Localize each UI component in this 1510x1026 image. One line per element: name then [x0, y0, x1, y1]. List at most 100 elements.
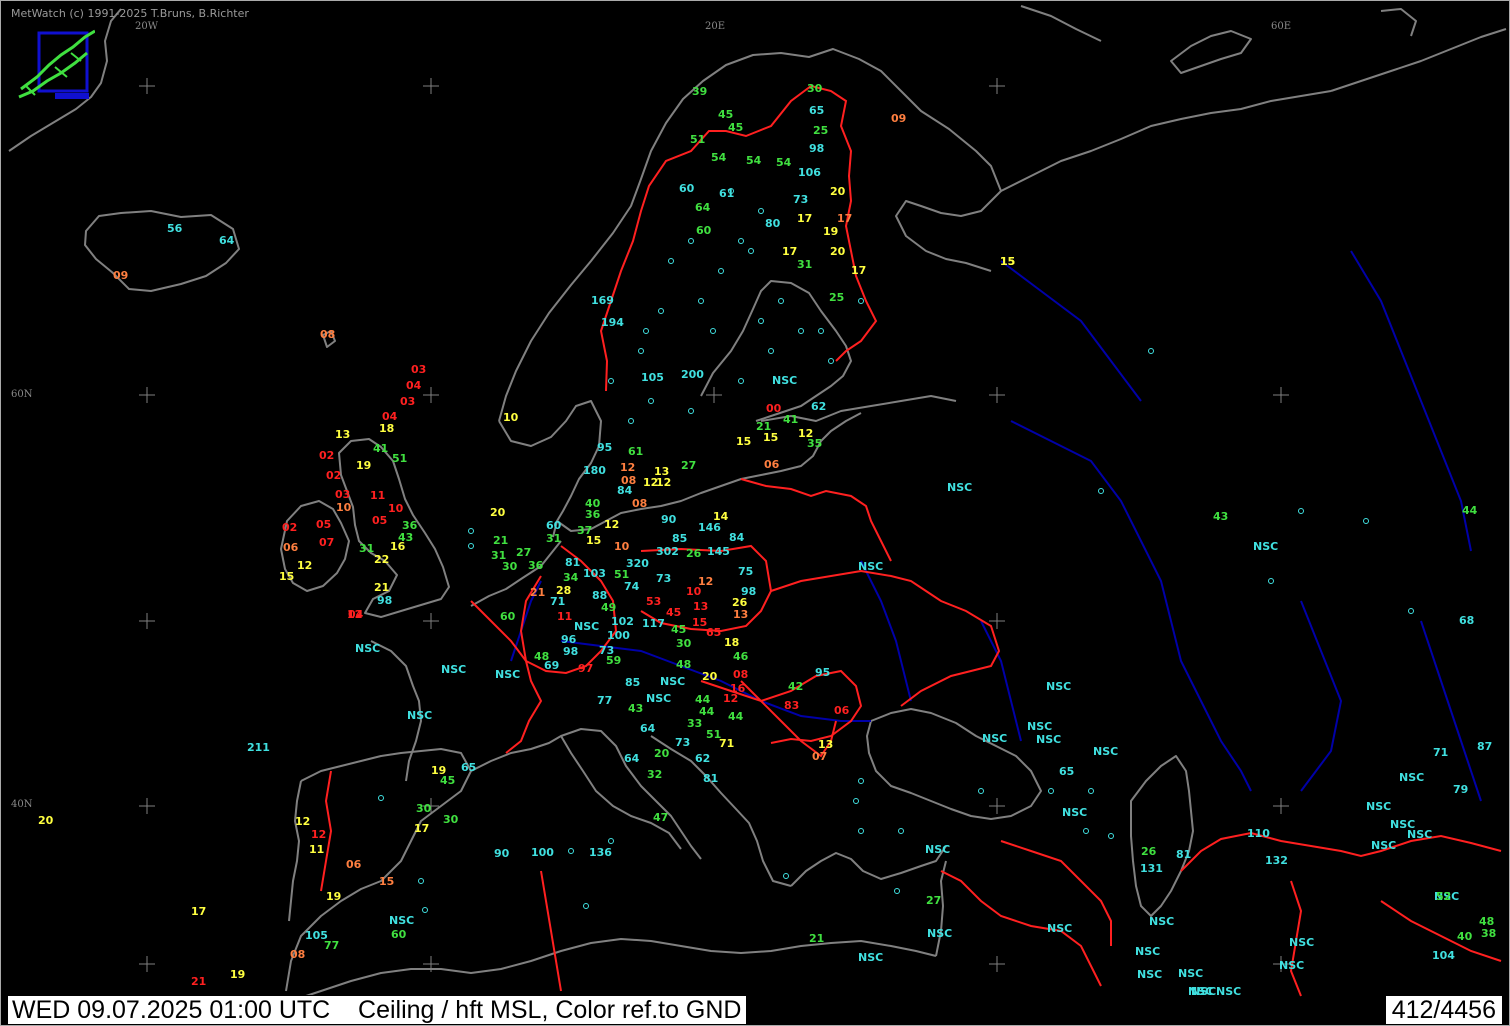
grid-cross [989, 78, 1005, 94]
ceiling-observation-label: 65 [809, 104, 825, 117]
ceiling-observation-label: NSC [1093, 745, 1119, 758]
ceiling-observation-label: 30 [502, 560, 518, 573]
ceiling-observation-label: 39 [692, 85, 708, 98]
ceiling-observation-label: 08 [733, 668, 749, 681]
ceiling-observation-label: 41 [373, 442, 389, 455]
ceiling-observation-label: 87 [1477, 740, 1493, 753]
ceiling-observation-label: 16 [390, 540, 406, 553]
ceiling-observation-label: 31 [797, 258, 813, 271]
grid-cross [423, 613, 439, 629]
ceiling-observation-label: NSC [858, 560, 884, 573]
black-sea-coast [866, 708, 1042, 820]
station-count-label: 412/4456 [1384, 995, 1503, 1025]
ceiling-observation-label: 95 [815, 666, 831, 679]
station-dot [858, 298, 864, 304]
ceiling-observation-label: 21 [191, 975, 207, 988]
ceiling-observation-label: 45 [440, 774, 456, 787]
station-dot [468, 528, 474, 534]
ceiling-observation-label: 47 [653, 811, 669, 824]
ceiling-observation-label: 52 [1436, 890, 1452, 903]
ceiling-observation-label: 96 [561, 633, 577, 646]
ceiling-observation-label: 20 [490, 506, 506, 519]
ceiling-observation-label: 131 [1140, 862, 1163, 875]
ceiling-observation-label: 84 [617, 484, 633, 497]
ceiling-observation-label: NSC [1178, 967, 1204, 980]
ceiling-observation-label: 17 [797, 212, 813, 225]
ceiling-observation-label: 71 [550, 595, 566, 608]
station-dot [638, 348, 644, 354]
ceiling-observation-label: 15 [586, 534, 602, 547]
station-dot [898, 828, 904, 834]
ceiling-observation-label: 12 [723, 692, 739, 705]
ceiling-observation-label: 49 [601, 601, 617, 614]
scandinavia-coast [498, 48, 1002, 422]
ceiling-observation-label: NSC [947, 481, 973, 494]
ceiling-observation-label: 45 [666, 606, 682, 619]
ceiling-observation-label: 90 [494, 847, 510, 860]
ceiling-observation-label: NSC [858, 951, 884, 964]
ceiling-observation-label: 40 [1457, 930, 1473, 943]
ob-river [1350, 250, 1472, 552]
ceiling-observation-label: 13 [733, 608, 749, 621]
ceiling-observation-label: NSC [982, 732, 1008, 745]
ceiling-observation-label: 13 [693, 600, 709, 613]
ceiling-observation-label: 54 [711, 151, 727, 164]
station-dot [828, 358, 834, 364]
station-dot [738, 238, 744, 244]
ceiling-observation-label: NSC [441, 663, 467, 676]
ceiling-observation-label: 27 [516, 546, 532, 559]
ceiling-observation-label: 10 [614, 540, 630, 553]
ceiling-observation-label: NSC [1366, 800, 1392, 813]
ceiling-observation-label: 21 [809, 932, 825, 945]
ceiling-observation-label: 17 [851, 264, 867, 277]
ceiling-observation-label: 302 [656, 545, 679, 558]
ceiling-observation-label: 10 [336, 501, 352, 514]
ceiling-observation-label: 98 [809, 142, 825, 155]
ceiling-observation-label: 17 [782, 245, 798, 258]
ceiling-observation-label: 45 [671, 623, 687, 636]
ceiling-observation-label: 04 [348, 608, 364, 621]
grid-cross [423, 78, 439, 94]
ceiling-observation-label: NSC [927, 927, 953, 940]
ceiling-observation-label: 59 [606, 654, 622, 667]
station-dot [643, 328, 649, 334]
ceiling-observation-label: 51 [690, 133, 706, 146]
ceiling-observation-label: 45 [718, 108, 734, 121]
grid-cross [706, 387, 722, 403]
ceiling-observation-label: 12 [620, 461, 636, 474]
ceiling-observation-label: 64 [624, 752, 640, 765]
ceiling-observation-label: 51 [392, 452, 408, 465]
station-dot [688, 238, 694, 244]
ceiling-observation-label: 65 [461, 761, 477, 774]
grid-label-40n: 40N [11, 799, 33, 810]
ceiling-observation-label: 132 [1265, 854, 1288, 867]
iran-border [1180, 831, 1502, 872]
ceiling-observation-label: 21 [374, 581, 390, 594]
ceiling-observation-label: NSC [1137, 968, 1163, 981]
don-river [980, 620, 1022, 742]
ceiling-observation-label: 05 [316, 518, 332, 531]
grid-cross [1273, 798, 1289, 814]
ceiling-observation-label: 100 [531, 846, 554, 859]
ceiling-observation-label: 98 [563, 645, 579, 658]
ceiling-observation-label: 31 [359, 542, 375, 555]
grid-label-20e: 20E [705, 21, 726, 32]
ceiling-observation-label: 19 [823, 225, 839, 238]
ural-coast [1330, 28, 1507, 92]
station-dot [768, 348, 774, 354]
ceiling-observation-label: 81 [703, 772, 719, 785]
ceiling-observation-label: 54 [746, 154, 762, 167]
ceiling-observation-label: 43 [628, 702, 644, 715]
ceiling-observation-label: 105 [641, 371, 664, 384]
ceiling-observation-label: 60 [391, 928, 407, 941]
station-dot [628, 418, 634, 424]
grid-label-60n: 60N [11, 389, 33, 400]
spitsbergen-edge [1380, 8, 1417, 37]
ceiling-observation-label: 77 [597, 694, 613, 707]
ceiling-observation-label: 44 [1462, 504, 1478, 517]
station-dot [858, 828, 864, 834]
timestamp-label: WED 09.07.2025 01:00 UTC [12, 996, 331, 1024]
ceiling-observation-label: 05 [372, 514, 388, 527]
iberia-west-coast [288, 780, 302, 922]
ceiling-observation-label: NSC [660, 675, 686, 688]
